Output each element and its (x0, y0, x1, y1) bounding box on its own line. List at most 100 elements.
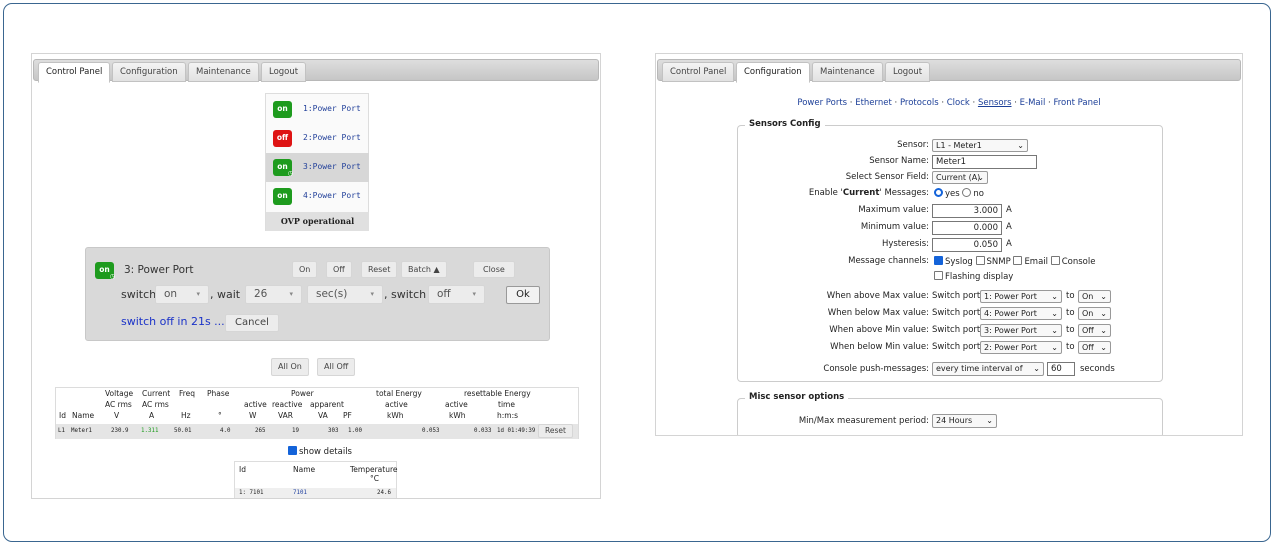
checkbox-icon[interactable] (934, 271, 943, 280)
chevron-down-icon: ⌄ (1100, 292, 1107, 301)
action-select[interactable]: on ▾ (155, 285, 209, 304)
sensor-select[interactable]: L1 - Meter1 ⌄ (932, 139, 1028, 152)
port-select[interactable]: 4: Power Port ⌄ (980, 307, 1062, 320)
show-details-toggle[interactable]: show details (288, 446, 352, 457)
right-window: Control Panel Configuration Maintenance … (655, 53, 1243, 436)
off-button[interactable]: Off (326, 261, 352, 278)
cell-name[interactable]: 7101 (293, 490, 307, 496)
cell-freq: 50.01 (174, 428, 192, 434)
checkbox-checked-icon[interactable] (288, 446, 297, 455)
switch-label: switch (121, 288, 157, 301)
push-interval-input[interactable]: 60 (1047, 362, 1075, 376)
col-header: A (149, 411, 155, 420)
port-label[interactable]: 3:Power Port (303, 162, 361, 171)
minmax-period-select[interactable]: 24 Hours ⌄ (932, 414, 997, 428)
max-value-input[interactable]: 3.000 (932, 204, 1002, 218)
cell-apparent-power: 303 (328, 428, 339, 434)
nav-power-ports[interactable]: Power Ports (797, 98, 847, 108)
enable-radio-group[interactable]: yes no (934, 188, 984, 199)
hysteresis-input[interactable]: 0.050 (932, 238, 1002, 252)
radio-icon[interactable] (962, 188, 972, 197)
wait-unit-select[interactable]: sec(s) ▾ (307, 285, 383, 304)
checkbox-icon[interactable] (975, 256, 985, 265)
seconds-label: seconds (1080, 364, 1115, 374)
min-value-label: Minimum value: (860, 222, 929, 232)
final-state-select[interactable]: off ▾ (428, 285, 485, 304)
nav-front-panel[interactable]: Front Panel (1053, 98, 1100, 108)
sensor-name-input[interactable]: Meter1 (932, 155, 1037, 169)
flashing-display-option[interactable]: Flashing display (934, 271, 1013, 282)
port-row-1[interactable]: on 1:Power Port (266, 95, 369, 124)
action-select[interactable]: Off ⌄ (1078, 341, 1111, 354)
wait-label: , wait (210, 288, 241, 301)
port-label[interactable]: 2:Power Port (303, 133, 361, 142)
col-header: apparent (310, 400, 344, 409)
on-button[interactable]: On (292, 261, 318, 278)
col-header: Freq (179, 389, 196, 398)
dialog-state-button[interactable]: on ◷ (95, 262, 115, 280)
port-row-3[interactable]: on ◷ 3:Power Port (266, 153, 369, 182)
port-select[interactable]: 3: Power Port ⌄ (980, 324, 1062, 337)
checkbox-icon[interactable] (1050, 256, 1060, 265)
cancel-button[interactable]: Cancel (225, 314, 279, 332)
unit-label: A (1006, 222, 1012, 232)
chevron-down-icon: ⌄ (1017, 141, 1024, 150)
fieldset-legend: Sensors Config (745, 119, 825, 129)
port-label[interactable]: 4:Power Port (303, 191, 361, 200)
tab-control-panel[interactable]: Control Panel (662, 62, 735, 82)
nav-protocols[interactable]: Protocols (900, 98, 939, 108)
meter-reset-button[interactable]: Reset (538, 424, 573, 438)
tab-control-panel[interactable]: Control Panel (38, 62, 111, 83)
all-off-button[interactable]: All Off (317, 358, 356, 376)
port-state-button[interactable]: off (273, 130, 292, 147)
col-header: h:m:s (497, 411, 519, 420)
cell-temperature: 24.6 (377, 490, 391, 496)
checkbox-checked-icon[interactable] (934, 256, 943, 265)
sensor-name-label: Sensor Name: (869, 156, 929, 166)
action-select[interactable]: On ⌄ (1078, 307, 1111, 320)
cell-time: 1d 01:49:39 (497, 428, 536, 434)
nav-sensors[interactable]: Sensors (978, 98, 1012, 108)
tab-maintenance[interactable]: Maintenance (812, 62, 883, 82)
port-select[interactable]: 1: Power Port ⌄ (980, 290, 1062, 303)
reset-button[interactable]: Reset (361, 261, 398, 278)
when-label: When below Min value: (830, 342, 929, 352)
batch-button[interactable]: Batch ▲ (401, 261, 447, 278)
col-header: kWh (449, 411, 466, 420)
nav-clock[interactable]: Clock (947, 98, 970, 108)
action-select[interactable]: Off ⌄ (1078, 324, 1111, 337)
tab-configuration[interactable]: Configuration (736, 62, 810, 83)
port-label[interactable]: 1:Power Port (303, 104, 361, 113)
max-value-label: Maximum value: (858, 205, 929, 215)
push-interval-select[interactable]: every time interval of ⌄ (932, 362, 1044, 376)
all-on-button[interactable]: All On (271, 358, 309, 376)
port-state-button[interactable]: on ◷ (273, 159, 293, 177)
port-select[interactable]: 2: Power Port ⌄ (980, 341, 1062, 354)
unit-label: A (1006, 205, 1012, 215)
ok-button[interactable]: Ok (506, 286, 540, 304)
port-row-2[interactable]: off 2:Power Port (266, 124, 369, 153)
port-row-4[interactable]: on 4:Power Port (266, 182, 369, 211)
radio-selected-icon[interactable] (934, 188, 943, 197)
table-row: L1 Meter1 230.9 1.311 50.01 4.0 265 19 3… (56, 424, 578, 439)
fieldset-legend: Misc sensor options (745, 392, 849, 402)
message-channels-label: Message channels: (848, 256, 929, 266)
tab-maintenance[interactable]: Maintenance (188, 62, 259, 82)
min-value-input[interactable]: 0.000 (932, 221, 1002, 235)
when-label: When below Max value: (827, 308, 929, 318)
chevron-down-icon: ⌄ (986, 416, 993, 425)
wait-value-select[interactable]: 26 ▾ (245, 285, 302, 304)
port-state-button[interactable]: on (273, 188, 292, 205)
port-state-button[interactable]: on (273, 101, 292, 118)
col-header: Id (59, 411, 66, 420)
checkbox-icon[interactable] (1013, 256, 1023, 265)
tab-configuration[interactable]: Configuration (112, 62, 186, 82)
nav-email[interactable]: E-Mail (1020, 98, 1046, 108)
tab-logout[interactable]: Logout (261, 62, 307, 82)
chevron-down-icon: ▾ (472, 290, 476, 298)
nav-ethernet[interactable]: Ethernet (855, 98, 892, 108)
sensor-field-select[interactable]: Current (A) ⌄ (932, 171, 988, 184)
action-select[interactable]: On ⌄ (1078, 290, 1111, 303)
close-button[interactable]: Close (473, 261, 515, 278)
tab-logout[interactable]: Logout (885, 62, 931, 82)
